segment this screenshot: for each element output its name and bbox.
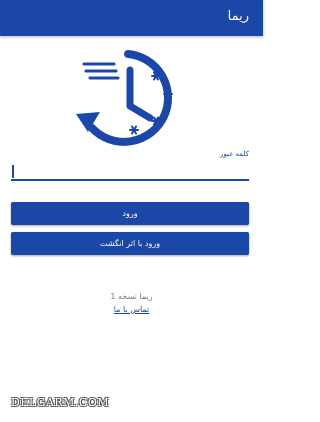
password-label: کلمه عبور: [220, 150, 249, 158]
text-cursor: [12, 165, 14, 178]
app-title: ریما: [227, 9, 249, 24]
password-input[interactable]: [11, 161, 249, 181]
contact-us-link[interactable]: تماس با ما: [0, 305, 263, 314]
fingerprint-login-button[interactable]: ورود با اثر انگشت: [11, 232, 249, 255]
login-button[interactable]: ورود: [11, 202, 249, 225]
clock-snowflake-icon: [76, 50, 173, 146]
version-text: ریما نسخه 1: [110, 292, 153, 301]
app-bar: ریما: [0, 0, 263, 36]
site-watermark: DELGARM.COM: [11, 396, 110, 409]
